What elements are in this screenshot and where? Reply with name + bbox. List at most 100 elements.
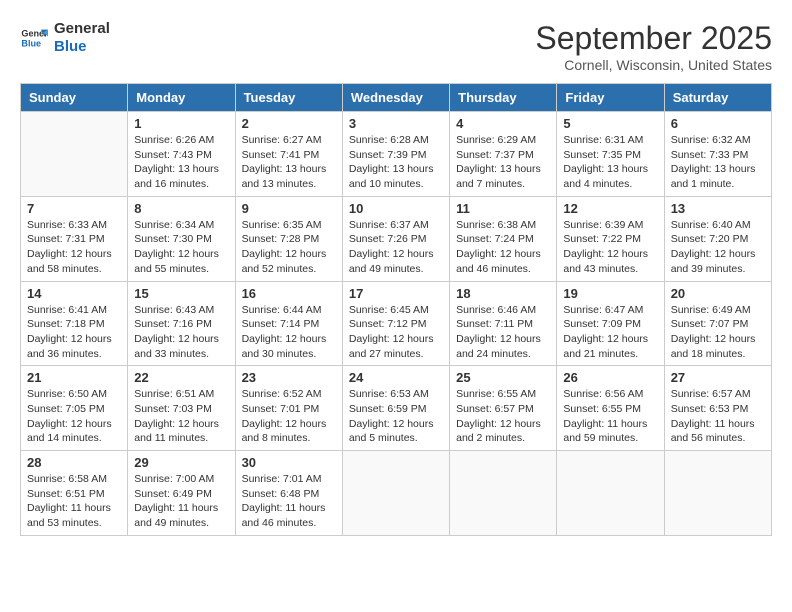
calendar-cell <box>342 451 449 536</box>
calendar-cell: 5 Sunrise: 6:31 AMSunset: 7:35 PMDaylight… <box>557 112 664 197</box>
calendar-cell: 11Sunrise: 6:38 AMSunset: 7:24 PMDayligh… <box>450 196 557 281</box>
calendar-cell: 25 Sunrise: 6:55 AMSunset: 6:57 PMDayligh… <box>450 366 557 451</box>
page-header: General Blue General Blue September 2025… <box>20 20 772 73</box>
calendar-cell: 23 Sunrise: 6:52 AMSunset: 7:01 PMDayligh… <box>235 366 342 451</box>
day-number: 20 <box>671 286 765 301</box>
calendar-cell: 9 Sunrise: 6:35 AMSunset: 7:28 PMDaylight… <box>235 196 342 281</box>
calendar-cell: 14 Sunrise: 6:41 AMSunset: 7:18 PMDayligh… <box>21 281 128 366</box>
day-info: Sunrise: 6:49 AMSunset: 7:07 PMDaylight:… <box>671 303 765 362</box>
calendar-cell: 21 Sunrise: 6:50 AMSunset: 7:05 PMDayligh… <box>21 366 128 451</box>
day-number: 15 <box>134 286 228 301</box>
calendar-cell: 10 Sunrise: 6:37 AMSunset: 7:26 PMDayligh… <box>342 196 449 281</box>
svg-text:Blue: Blue <box>21 38 41 48</box>
day-info: Sunrise: 7:01 AMSunset: 6:48 PMDaylight:… <box>242 472 336 531</box>
calendar-cell: 24Sunrise: 6:53 AMSunset: 6:59 PMDayligh… <box>342 366 449 451</box>
weekday-header-row: SundayMondayTuesdayWednesdayThursdayFrid… <box>21 84 772 112</box>
calendar-cell <box>664 451 771 536</box>
location-subtitle: Cornell, Wisconsin, United States <box>535 57 772 73</box>
day-number: 21 <box>27 370 121 385</box>
day-number: 26 <box>563 370 657 385</box>
calendar-cell: 16Sunrise: 6:44 AMSunset: 7:14 PMDayligh… <box>235 281 342 366</box>
week-row-4: 21 Sunrise: 6:50 AMSunset: 7:05 PMDayligh… <box>21 366 772 451</box>
weekday-header-sunday: Sunday <box>21 84 128 112</box>
day-info: Sunrise: 6:38 AMSunset: 7:24 PMDaylight:… <box>456 218 550 277</box>
calendar-cell: 1 Sunrise: 6:26 AMSunset: 7:43 PMDaylight… <box>128 112 235 197</box>
day-info: Sunrise: 6:32 AMSunset: 7:33 PMDaylight:… <box>671 133 765 192</box>
day-info: Sunrise: 6:26 AMSunset: 7:43 PMDaylight:… <box>134 133 228 192</box>
day-info: Sunrise: 6:41 AMSunset: 7:18 PMDaylight:… <box>27 303 121 362</box>
day-number: 25 <box>456 370 550 385</box>
day-number: 13 <box>671 201 765 216</box>
calendar-cell: 26 Sunrise: 6:56 AMSunset: 6:55 PMDayligh… <box>557 366 664 451</box>
calendar-cell: 2Sunrise: 6:27 AMSunset: 7:41 PMDaylight… <box>235 112 342 197</box>
calendar-cell: 18Sunrise: 6:46 AMSunset: 7:11 PMDayligh… <box>450 281 557 366</box>
day-number: 7 <box>27 201 121 216</box>
day-info: Sunrise: 6:56 AMSunset: 6:55 PMDaylight:… <box>563 387 657 446</box>
day-info: Sunrise: 6:55 AMSunset: 6:57 PMDaylight:… <box>456 387 550 446</box>
day-number: 5 <box>563 116 657 131</box>
logo: General Blue General Blue <box>20 20 110 56</box>
day-info: Sunrise: 6:37 AMSunset: 7:26 PMDaylight:… <box>349 218 443 277</box>
day-info: Sunrise: 6:53 AMSunset: 6:59 PMDaylight:… <box>349 387 443 446</box>
day-number: 28 <box>27 455 121 470</box>
calendar-cell: 19 Sunrise: 6:47 AMSunset: 7:09 PMDayligh… <box>557 281 664 366</box>
day-info: Sunrise: 6:27 AMSunset: 7:41 PMDaylight:… <box>242 133 336 192</box>
weekday-header-saturday: Saturday <box>664 84 771 112</box>
day-number: 10 <box>349 201 443 216</box>
day-info: Sunrise: 6:31 AMSunset: 7:35 PMDaylight:… <box>563 133 657 192</box>
calendar-cell: 22Sunrise: 6:51 AMSunset: 7:03 PMDayligh… <box>128 366 235 451</box>
day-info: Sunrise: 6:34 AMSunset: 7:30 PMDaylight:… <box>134 218 228 277</box>
calendar-cell <box>450 451 557 536</box>
calendar-cell: 17Sunrise: 6:45 AMSunset: 7:12 PMDayligh… <box>342 281 449 366</box>
calendar-cell: 29 Sunrise: 7:00 AMSunset: 6:49 PMDayligh… <box>128 451 235 536</box>
day-number: 9 <box>242 201 336 216</box>
calendar-cell: 7 Sunrise: 6:33 AMSunset: 7:31 PMDaylight… <box>21 196 128 281</box>
calendar-cell: 20 Sunrise: 6:49 AMSunset: 7:07 PMDayligh… <box>664 281 771 366</box>
day-info: Sunrise: 6:50 AMSunset: 7:05 PMDaylight:… <box>27 387 121 446</box>
day-number: 4 <box>456 116 550 131</box>
weekday-header-tuesday: Tuesday <box>235 84 342 112</box>
calendar-cell: 4 Sunrise: 6:29 AMSunset: 7:37 PMDaylight… <box>450 112 557 197</box>
day-info: Sunrise: 6:52 AMSunset: 7:01 PMDaylight:… <box>242 387 336 446</box>
day-info: Sunrise: 7:00 AMSunset: 6:49 PMDaylight:… <box>134 472 228 531</box>
day-info: Sunrise: 6:47 AMSunset: 7:09 PMDaylight:… <box>563 303 657 362</box>
week-row-5: 28 Sunrise: 6:58 AMSunset: 6:51 PMDayligh… <box>21 451 772 536</box>
day-number: 19 <box>563 286 657 301</box>
calendar-cell: 12Sunrise: 6:39 AMSunset: 7:22 PMDayligh… <box>557 196 664 281</box>
day-number: 3 <box>349 116 443 131</box>
calendar-cell: 13 Sunrise: 6:40 AMSunset: 7:20 PMDayligh… <box>664 196 771 281</box>
day-info: Sunrise: 6:58 AMSunset: 6:51 PMDaylight:… <box>27 472 121 531</box>
calendar-cell: 6 Sunrise: 6:32 AMSunset: 7:33 PMDaylight… <box>664 112 771 197</box>
calendar-cell: 15 Sunrise: 6:43 AMSunset: 7:16 PMDayligh… <box>128 281 235 366</box>
calendar-table: SundayMondayTuesdayWednesdayThursdayFrid… <box>20 83 772 536</box>
day-info: Sunrise: 6:46 AMSunset: 7:11 PMDaylight:… <box>456 303 550 362</box>
day-number: 17 <box>349 286 443 301</box>
day-info: Sunrise: 6:33 AMSunset: 7:31 PMDaylight:… <box>27 218 121 277</box>
day-info: Sunrise: 6:39 AMSunset: 7:22 PMDaylight:… <box>563 218 657 277</box>
day-info: Sunrise: 6:44 AMSunset: 7:14 PMDaylight:… <box>242 303 336 362</box>
day-number: 29 <box>134 455 228 470</box>
day-number: 14 <box>27 286 121 301</box>
month-title: September 2025 <box>535 20 772 57</box>
calendar-cell <box>21 112 128 197</box>
calendar-cell: 3Sunrise: 6:28 AMSunset: 7:39 PMDaylight… <box>342 112 449 197</box>
logo-text-general: General <box>54 20 110 38</box>
day-number: 30 <box>242 455 336 470</box>
title-section: September 2025 Cornell, Wisconsin, Unite… <box>535 20 772 73</box>
week-row-3: 14 Sunrise: 6:41 AMSunset: 7:18 PMDayligh… <box>21 281 772 366</box>
day-number: 8 <box>134 201 228 216</box>
day-info: Sunrise: 6:43 AMSunset: 7:16 PMDaylight:… <box>134 303 228 362</box>
calendar-cell: 28 Sunrise: 6:58 AMSunset: 6:51 PMDayligh… <box>21 451 128 536</box>
day-info: Sunrise: 6:40 AMSunset: 7:20 PMDaylight:… <box>671 218 765 277</box>
day-number: 1 <box>134 116 228 131</box>
logo-text-blue: Blue <box>54 38 110 56</box>
day-info: Sunrise: 6:35 AMSunset: 7:28 PMDaylight:… <box>242 218 336 277</box>
week-row-1: 1 Sunrise: 6:26 AMSunset: 7:43 PMDaylight… <box>21 112 772 197</box>
calendar-cell <box>557 451 664 536</box>
day-number: 6 <box>671 116 765 131</box>
day-info: Sunrise: 6:29 AMSunset: 7:37 PMDaylight:… <box>456 133 550 192</box>
weekday-header-wednesday: Wednesday <box>342 84 449 112</box>
day-info: Sunrise: 6:57 AMSunset: 6:53 PMDaylight:… <box>671 387 765 446</box>
day-number: 23 <box>242 370 336 385</box>
calendar-cell: 30 Sunrise: 7:01 AMSunset: 6:48 PMDayligh… <box>235 451 342 536</box>
